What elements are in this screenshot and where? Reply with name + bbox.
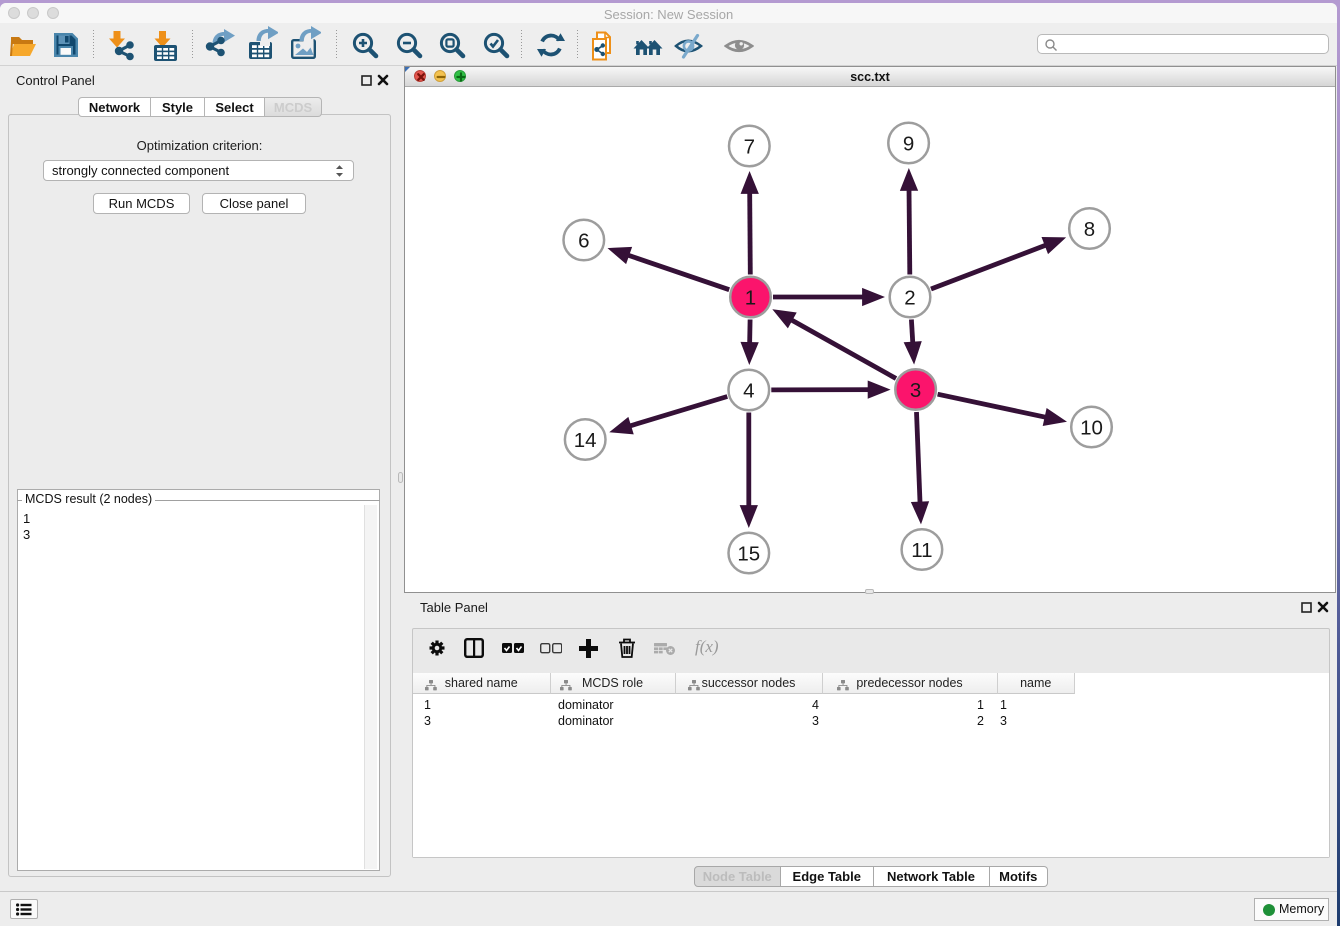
svg-text:14: 14 bbox=[574, 429, 597, 452]
svg-text:2: 2 bbox=[904, 287, 915, 310]
svg-text:1: 1 bbox=[745, 287, 756, 310]
svg-text:7: 7 bbox=[744, 136, 755, 159]
svg-text:11: 11 bbox=[911, 539, 932, 562]
svg-text:3: 3 bbox=[910, 379, 921, 402]
svg-text:6: 6 bbox=[578, 230, 589, 253]
svg-text:15: 15 bbox=[737, 543, 760, 566]
svg-text:9: 9 bbox=[903, 133, 914, 156]
svg-text:10: 10 bbox=[1080, 417, 1103, 440]
svg-text:8: 8 bbox=[1084, 218, 1095, 241]
svg-text:4: 4 bbox=[743, 380, 754, 403]
